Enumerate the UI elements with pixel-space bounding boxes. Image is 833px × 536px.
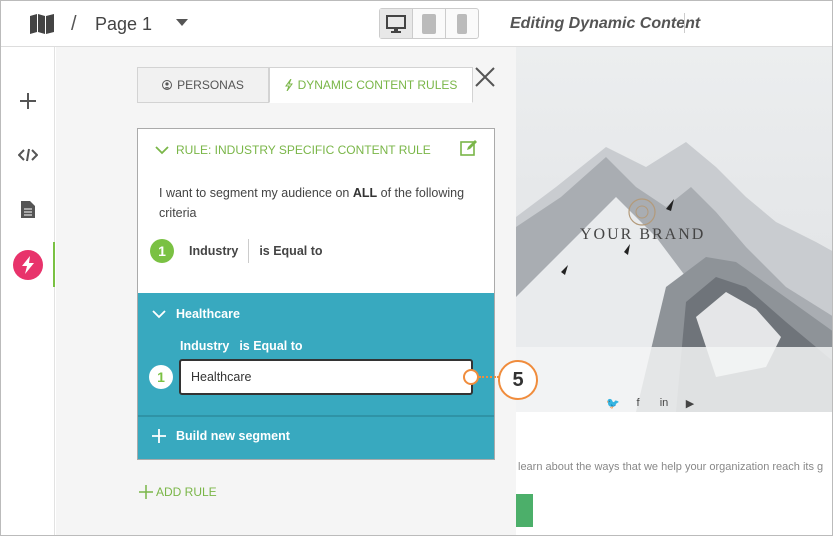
segment-name: Healthcare	[176, 307, 240, 321]
mobile-icon	[457, 13, 467, 34]
rule-header[interactable]: RULE: INDUSTRY SPECIFIC CONTENT RULE	[155, 143, 431, 157]
left-toolbar	[1, 47, 55, 535]
hero-image: YOUR BRAND 🐦 f in ▶	[516, 47, 832, 412]
plus-icon	[152, 429, 166, 443]
desktop-icon	[386, 14, 406, 33]
callout-number: 5	[498, 360, 538, 400]
code-icon	[18, 148, 38, 162]
linkedin-icon[interactable]: in	[658, 397, 670, 410]
tab-dynamic-content-rules-label: DYNAMIC CONTENT RULES	[297, 78, 458, 92]
youtube-icon[interactable]: ▶	[684, 397, 696, 410]
tab-personas[interactable]: PERSONAS	[137, 67, 269, 103]
plus-icon	[139, 485, 153, 499]
user-icon	[162, 80, 173, 90]
document-icon	[21, 200, 35, 218]
tab-dynamic-content-rules[interactable]: DYNAMIC CONTENT RULES	[269, 67, 473, 103]
chevron-down-icon	[152, 309, 166, 318]
page-button[interactable]	[1, 189, 55, 229]
editing-mode-label: Editing Dynamic Content	[510, 15, 701, 32]
bolt-icon	[284, 79, 293, 91]
map-icon[interactable]	[29, 13, 55, 35]
divider	[138, 415, 494, 417]
breadcrumb-separator: /	[71, 13, 77, 35]
criteria-field: Industry	[189, 239, 250, 263]
callout-connector	[479, 376, 499, 378]
rule-description: I want to segment my audience on ALL of …	[159, 183, 479, 223]
add-rule-button[interactable]: ADD RULE	[139, 485, 217, 499]
segment-number-badge: 1	[149, 365, 173, 389]
segment-value-input[interactable]: Healthcare	[179, 359, 473, 395]
segment-criteria-field: Industry	[180, 339, 230, 353]
chevron-down-icon	[155, 145, 169, 154]
segment-header[interactable]: Healthcare	[152, 307, 240, 321]
code-button[interactable]	[1, 135, 55, 175]
callout-marker	[463, 369, 479, 385]
criteria-number-badge: 1	[150, 239, 174, 263]
add-element-button[interactable]	[1, 81, 55, 121]
desktop-view-button[interactable]	[380, 9, 413, 38]
segment-card: Healthcare Industry is Equal to 1 Healthc…	[138, 293, 494, 459]
brand-logo-text: YOUR BRAND	[580, 226, 706, 243]
segment-criteria-operator: is Equal to	[239, 339, 303, 353]
twitter-icon[interactable]: 🐦	[606, 397, 620, 410]
rule-title: RULE: INDUSTRY SPECIFIC CONTENT RULE	[176, 143, 431, 157]
bolt-icon	[13, 250, 43, 280]
page-preview: YOUR BRAND 🐦 f in ▶ learn about the ways…	[516, 47, 832, 535]
cta-button[interactable]	[516, 494, 533, 527]
build-new-segment-label: Build new segment	[176, 429, 290, 443]
plus-icon	[20, 93, 36, 109]
add-rule-label: ADD RULE	[156, 485, 217, 499]
tablet-view-button[interactable]	[413, 9, 446, 38]
rule-criteria: 1 Industry is Equal to	[150, 239, 323, 263]
build-new-segment-button[interactable]: Build new segment	[152, 429, 290, 443]
mobile-view-button[interactable]	[446, 9, 478, 38]
page-selector[interactable]: Page 1	[95, 14, 152, 35]
device-switcher	[379, 8, 479, 39]
tablet-icon	[422, 13, 436, 34]
preview-body-text: learn about the ways that we help your o…	[518, 461, 824, 473]
close-icon[interactable]	[473, 65, 497, 89]
social-links: 🐦 f in ▶	[606, 397, 696, 410]
edit-icon[interactable]	[460, 139, 478, 157]
divider	[684, 13, 685, 33]
rule-card: RULE: INDUSTRY SPECIFIC CONTENT RULE I w…	[137, 128, 495, 460]
panel-tabs: PERSONAS DYNAMIC CONTENT RULES	[137, 67, 473, 103]
active-indicator	[53, 242, 55, 287]
rule-description-text: I want to segment my audience on	[159, 186, 353, 200]
app-window: / Page 1 Editing Dynamic Content PERSONA…	[0, 0, 833, 536]
criteria-operator: is Equal to	[259, 244, 323, 258]
segment-criteria: Industry is Equal to	[180, 339, 303, 353]
rule-match-mode: ALL	[352, 186, 378, 200]
chevron-down-icon[interactable]	[176, 19, 188, 26]
top-bar: / Page 1 Editing Dynamic Content	[1, 1, 832, 47]
dynamic-content-button[interactable]	[1, 245, 55, 285]
tab-personas-label: PERSONAS	[177, 78, 244, 92]
facebook-icon[interactable]: f	[632, 397, 644, 410]
